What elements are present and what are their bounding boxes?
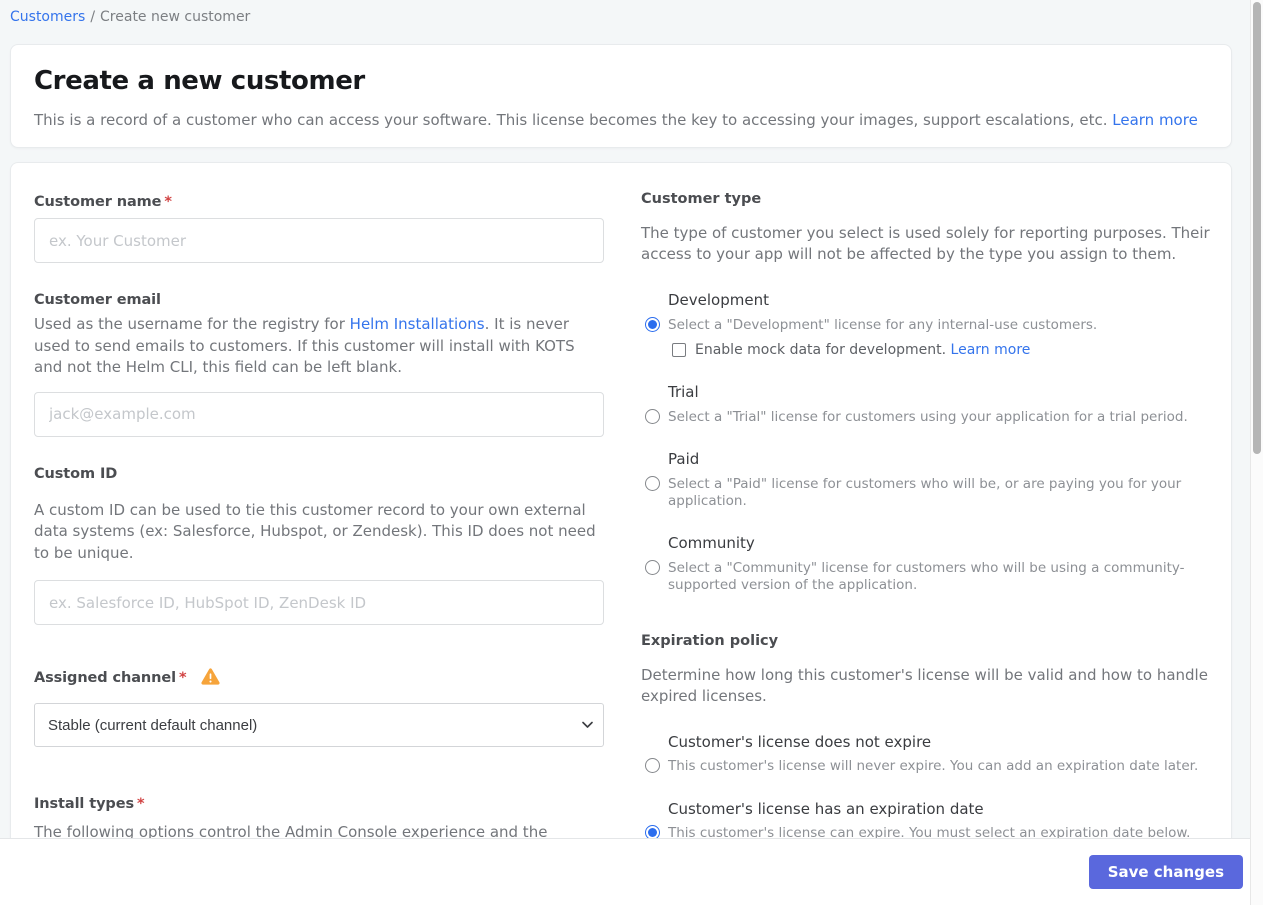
- option-title: Customer's license has an expiration dat…: [668, 799, 984, 818]
- customer-type-option-development: Development Select a "Development" licen…: [641, 291, 1211, 358]
- customer-type-option-paid: Paid Select a "Paid" license for custome…: [641, 450, 1211, 509]
- breadcrumb: Customers / Create new customer: [10, 9, 250, 25]
- option-description: Select a "Trial" license for customers u…: [668, 408, 1188, 425]
- option-description: Select a "Paid" license for customers wh…: [668, 476, 1182, 509]
- install-types-description: The following options control the Admin …: [34, 823, 548, 838]
- community-radio[interactable]: [645, 560, 660, 575]
- option-title: Community: [668, 534, 755, 552]
- expiration-option-does-not-expire: Customer's license does not expire This …: [641, 733, 1211, 775]
- scrollbar-thumb[interactable]: [1253, 2, 1261, 454]
- footer-action-bar: Save changes: [0, 838, 1250, 905]
- customer-type-intro: The type of customer you select is used …: [641, 224, 1210, 263]
- customer-name-required-asterisk: *: [164, 194, 172, 210]
- customer-name-input[interactable]: [34, 218, 604, 263]
- custom-id-label: Custom ID: [34, 465, 118, 482]
- custom-id-input[interactable]: [34, 580, 604, 625]
- expiration-policy-intro: Determine how long this customer's licen…: [641, 666, 1208, 705]
- option-description: Select a "Development" license for any i…: [668, 317, 1098, 333]
- breadcrumb-separator: /: [90, 9, 96, 25]
- install-types-required-asterisk: *: [136, 796, 145, 812]
- page-header-card: Create a new customer This is a record o…: [10, 44, 1232, 148]
- expiration-policy-heading: Expiration policy: [641, 633, 779, 649]
- assigned-channel-select[interactable]: Stable (current default channel): [34, 703, 604, 747]
- breadcrumb-current: Create new customer: [100, 9, 251, 25]
- mock-data-learn-more-link[interactable]: Learn more: [951, 342, 1031, 358]
- breadcrumb-customers-link[interactable]: Customers: [10, 9, 85, 25]
- option-title: Customer's license does not expire: [668, 733, 932, 751]
- expiration-option-has-expiration-date: Customer's license has an expiration dat…: [641, 799, 1211, 839]
- page-description: This is a record of a customer who can a…: [34, 111, 1108, 129]
- option-description: Select a "Community" license for custome…: [668, 560, 1185, 593]
- warning-icon: [201, 668, 220, 689]
- page-title: Create a new customer: [34, 66, 365, 96]
- custom-id-description: A custom ID can be used to tie this cust…: [34, 500, 596, 562]
- customer-type-option-community: Community Select a "Community" license f…: [641, 534, 1211, 593]
- development-radio[interactable]: [645, 317, 660, 332]
- paid-radio[interactable]: [645, 476, 660, 491]
- customer-email-description: Used as the username for the registry fo…: [34, 315, 575, 376]
- customer-form-card: Customer name* Customer email Used as th…: [10, 162, 1232, 838]
- assigned-channel-label: Assigned channel: [34, 670, 176, 686]
- enable-mock-data-label: Enable mock data for development. Learn …: [695, 341, 1031, 358]
- customer-type-heading: Customer type: [641, 191, 762, 207]
- enable-mock-data-checkbox[interactable]: [672, 342, 686, 357]
- header-learn-more-link[interactable]: Learn more: [1112, 111, 1198, 129]
- install-types-label: Install types: [34, 796, 134, 812]
- trial-radio[interactable]: [645, 408, 660, 424]
- scrollbar-track[interactable]: [1250, 0, 1263, 905]
- option-title: Paid: [668, 450, 700, 468]
- customer-email-input[interactable]: [34, 391, 604, 437]
- option-title: Development: [668, 291, 769, 309]
- option-title: Trial: [668, 382, 699, 401]
- save-changes-button[interactable]: Save changes: [1088, 855, 1243, 889]
- customer-name-label: Customer name: [34, 194, 162, 210]
- license-has-expiration-radio[interactable]: [645, 824, 660, 838]
- customer-email-label: Customer email: [34, 292, 161, 308]
- option-description: This customer's license will never expir…: [668, 758, 1199, 774]
- license-does-not-expire-radio[interactable]: [645, 758, 660, 773]
- option-description: This customer's license can expire. You …: [668, 824, 1191, 839]
- helm-installations-link[interactable]: Helm Installations: [350, 315, 485, 333]
- customer-type-option-trial: Trial Select a "Trial" license for custo…: [641, 383, 1211, 426]
- assigned-channel-required-asterisk: *: [178, 670, 187, 686]
